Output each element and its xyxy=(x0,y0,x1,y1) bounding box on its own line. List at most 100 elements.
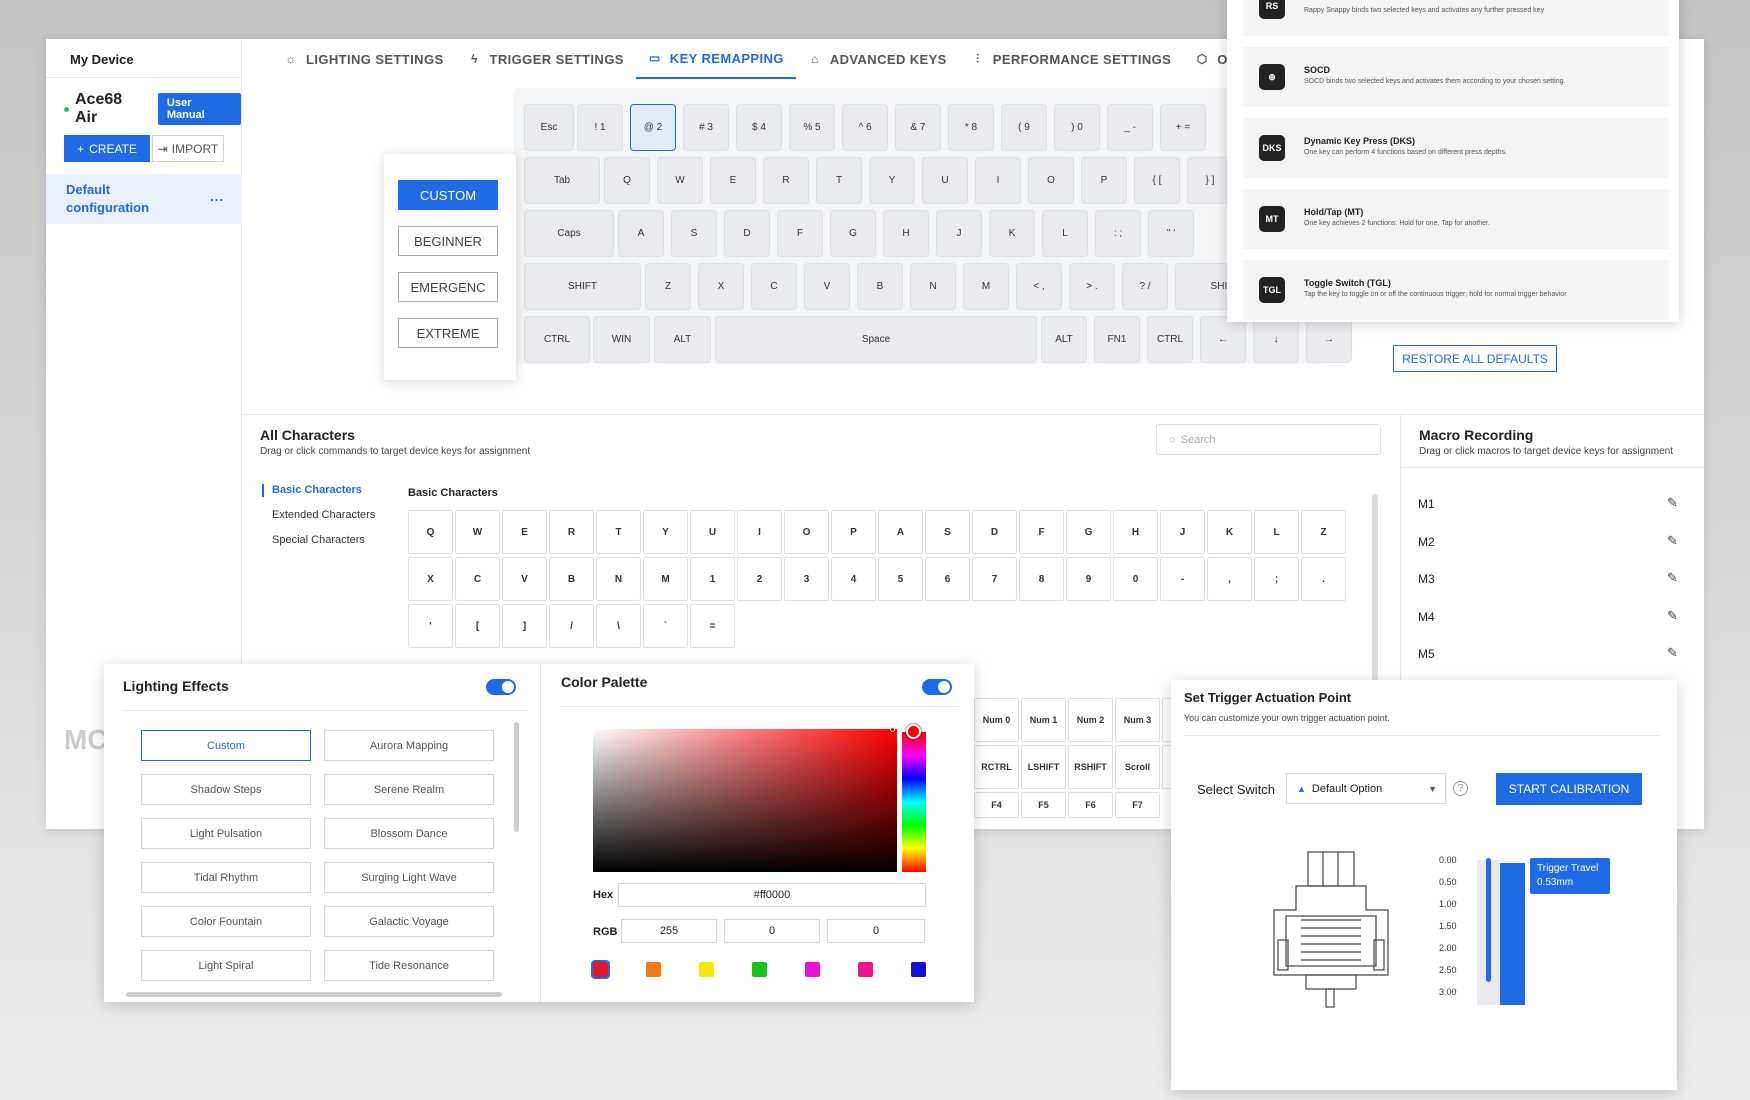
char-key-extra[interactable]: F4 xyxy=(974,792,1019,818)
char-key[interactable]: P xyxy=(831,510,876,554)
trigger-travel-bar[interactable] xyxy=(1500,863,1525,1005)
char-key[interactable]: D xyxy=(972,510,1017,554)
tab-performance-settings[interactable]: ⫶ PERFORMANCE SETTINGS xyxy=(959,39,1183,79)
key-3-7[interactable]: M xyxy=(963,263,1009,310)
char-key[interactable]: L xyxy=(1254,510,1299,554)
key-0-4[interactable]: $ 4 xyxy=(736,104,782,151)
macro-item[interactable]: M1 xyxy=(1418,497,1435,511)
char-key[interactable]: C xyxy=(455,557,500,601)
key-3-1[interactable]: Z xyxy=(645,263,691,310)
char-key[interactable]: ] xyxy=(502,604,547,648)
key-3-3[interactable]: C xyxy=(751,263,797,310)
effect-button[interactable]: Tidal Rhythm xyxy=(141,862,311,893)
hue-handle[interactable] xyxy=(906,724,921,739)
char-key-extra[interactable]: Num 3 xyxy=(1115,698,1160,742)
r-input[interactable]: 255 xyxy=(621,919,717,943)
preset-extreme[interactable]: EXTREME xyxy=(398,318,498,348)
key-4-4[interactable]: ALT xyxy=(1041,316,1087,363)
char-key[interactable]: / xyxy=(549,604,594,648)
char-key[interactable]: Q xyxy=(408,510,453,554)
key-3-5[interactable]: B xyxy=(857,263,903,310)
char-key[interactable]: O xyxy=(784,510,829,554)
char-key[interactable]: - xyxy=(1160,557,1205,601)
edit-icon[interactable]: ✎ xyxy=(1667,608,1678,624)
char-key[interactable]: 8 xyxy=(1019,557,1064,601)
char-key[interactable]: [ xyxy=(455,604,500,648)
color-swatch[interactable] xyxy=(752,962,767,977)
key-0-9[interactable]: ( 9 xyxy=(1001,104,1047,151)
edit-icon[interactable]: ✎ xyxy=(1667,645,1678,661)
g-input[interactable]: 0 xyxy=(724,919,820,943)
macro-item[interactable]: M5 xyxy=(1418,647,1435,661)
effect-button[interactable]: Aurora Mapping xyxy=(324,730,494,761)
char-key[interactable]: 3 xyxy=(784,557,829,601)
create-button[interactable]: + CREATE xyxy=(64,135,150,162)
color-swatch[interactable] xyxy=(858,962,873,977)
key-1-9[interactable]: O xyxy=(1028,157,1074,204)
effects-hscrollbar[interactable] xyxy=(126,992,502,997)
char-key[interactable]: R xyxy=(549,510,594,554)
char-key[interactable]: \ xyxy=(596,604,641,648)
preset-emergenc[interactable]: EMERGENC xyxy=(398,272,498,302)
edit-icon[interactable]: ✎ xyxy=(1667,495,1678,511)
char-key-extra[interactable]: Num 1 xyxy=(1021,698,1066,742)
char-key[interactable]: 9 xyxy=(1066,557,1111,601)
key-4-0[interactable]: CTRL xyxy=(524,316,590,363)
key-0-12[interactable]: + = xyxy=(1160,104,1206,151)
key-1-11[interactable]: { [ xyxy=(1134,157,1180,204)
effect-button[interactable]: Galactic Voyage xyxy=(324,906,494,937)
key-1-8[interactable]: I xyxy=(975,157,1021,204)
key-1-5[interactable]: T xyxy=(816,157,862,204)
category-special[interactable]: Special Characters xyxy=(272,534,365,546)
key-0-7[interactable]: & 7 xyxy=(895,104,941,151)
char-key[interactable]: 0 xyxy=(1113,557,1158,601)
effect-button[interactable]: Tide Resonance xyxy=(324,950,494,981)
char-key-extra[interactable]: F5 xyxy=(1021,792,1066,818)
effects-toggle[interactable] xyxy=(486,679,516,695)
key-2-9[interactable]: L xyxy=(1042,210,1088,257)
key-2-7[interactable]: J xyxy=(936,210,982,257)
char-key[interactable]: ` xyxy=(643,604,688,648)
key-2-2[interactable]: S xyxy=(671,210,717,257)
char-key-extra[interactable]: F6 xyxy=(1068,792,1113,818)
key-0-11[interactable]: _ - xyxy=(1107,104,1153,151)
trigger-slider[interactable] xyxy=(1486,858,1491,982)
tab-key-remapping[interactable]: ▭ KEY REMAPPING xyxy=(635,39,796,79)
edit-icon[interactable]: ✎ xyxy=(1667,533,1678,549)
tab-lighting-settings[interactable]: ☼ LIGHTING SETTINGS xyxy=(272,39,456,79)
key-2-10[interactable]: : ; xyxy=(1095,210,1141,257)
char-key[interactable]: G xyxy=(1066,510,1111,554)
char-key[interactable]: , xyxy=(1207,557,1252,601)
user-manual-button[interactable]: User Manual xyxy=(157,93,242,125)
char-key[interactable]: 2 xyxy=(737,557,782,601)
key-1-2[interactable]: W xyxy=(657,157,703,204)
key-0-1[interactable]: ! 1 xyxy=(577,104,623,151)
help-icon[interactable]: ? xyxy=(1453,781,1468,796)
color-swatch[interactable] xyxy=(699,962,714,977)
macro-item[interactable]: M3 xyxy=(1418,572,1435,586)
effect-button[interactable]: Light Pulsation xyxy=(141,818,311,849)
key-1-3[interactable]: E xyxy=(710,157,756,204)
restore-defaults-button[interactable]: RESTORE ALL DEFAULTS xyxy=(1393,345,1557,372)
char-key[interactable]: K xyxy=(1207,510,1252,554)
key-3-2[interactable]: X xyxy=(698,263,744,310)
char-key[interactable]: W xyxy=(455,510,500,554)
char-key[interactable]: S xyxy=(925,510,970,554)
color-swatch[interactable] xyxy=(591,960,610,979)
key-3-8[interactable]: < , xyxy=(1016,263,1062,310)
char-key[interactable]: 1 xyxy=(690,557,735,601)
effect-button[interactable]: Shadow Steps xyxy=(141,774,311,805)
key-1-0[interactable]: Tab xyxy=(524,157,600,204)
hue-slider[interactable] xyxy=(902,732,926,872)
key-1-7[interactable]: U xyxy=(922,157,968,204)
key-2-11[interactable]: " ' xyxy=(1148,210,1194,257)
key-4-5[interactable]: FN1 xyxy=(1094,316,1140,363)
char-key[interactable]: . xyxy=(1301,557,1346,601)
char-key[interactable]: U xyxy=(690,510,735,554)
adv-key-item[interactable]: DKS Dynamic Key Press (DKS) One key can pe… xyxy=(1243,118,1669,178)
tab-advanced-keys[interactable]: ⌂ ADVANCED KEYS xyxy=(796,39,959,79)
key-0-5[interactable]: % 5 xyxy=(789,104,835,151)
key-4-8[interactable]: ↓ xyxy=(1253,316,1299,363)
char-key[interactable]: F xyxy=(1019,510,1064,554)
key-4-7[interactable]: ← xyxy=(1200,316,1246,363)
